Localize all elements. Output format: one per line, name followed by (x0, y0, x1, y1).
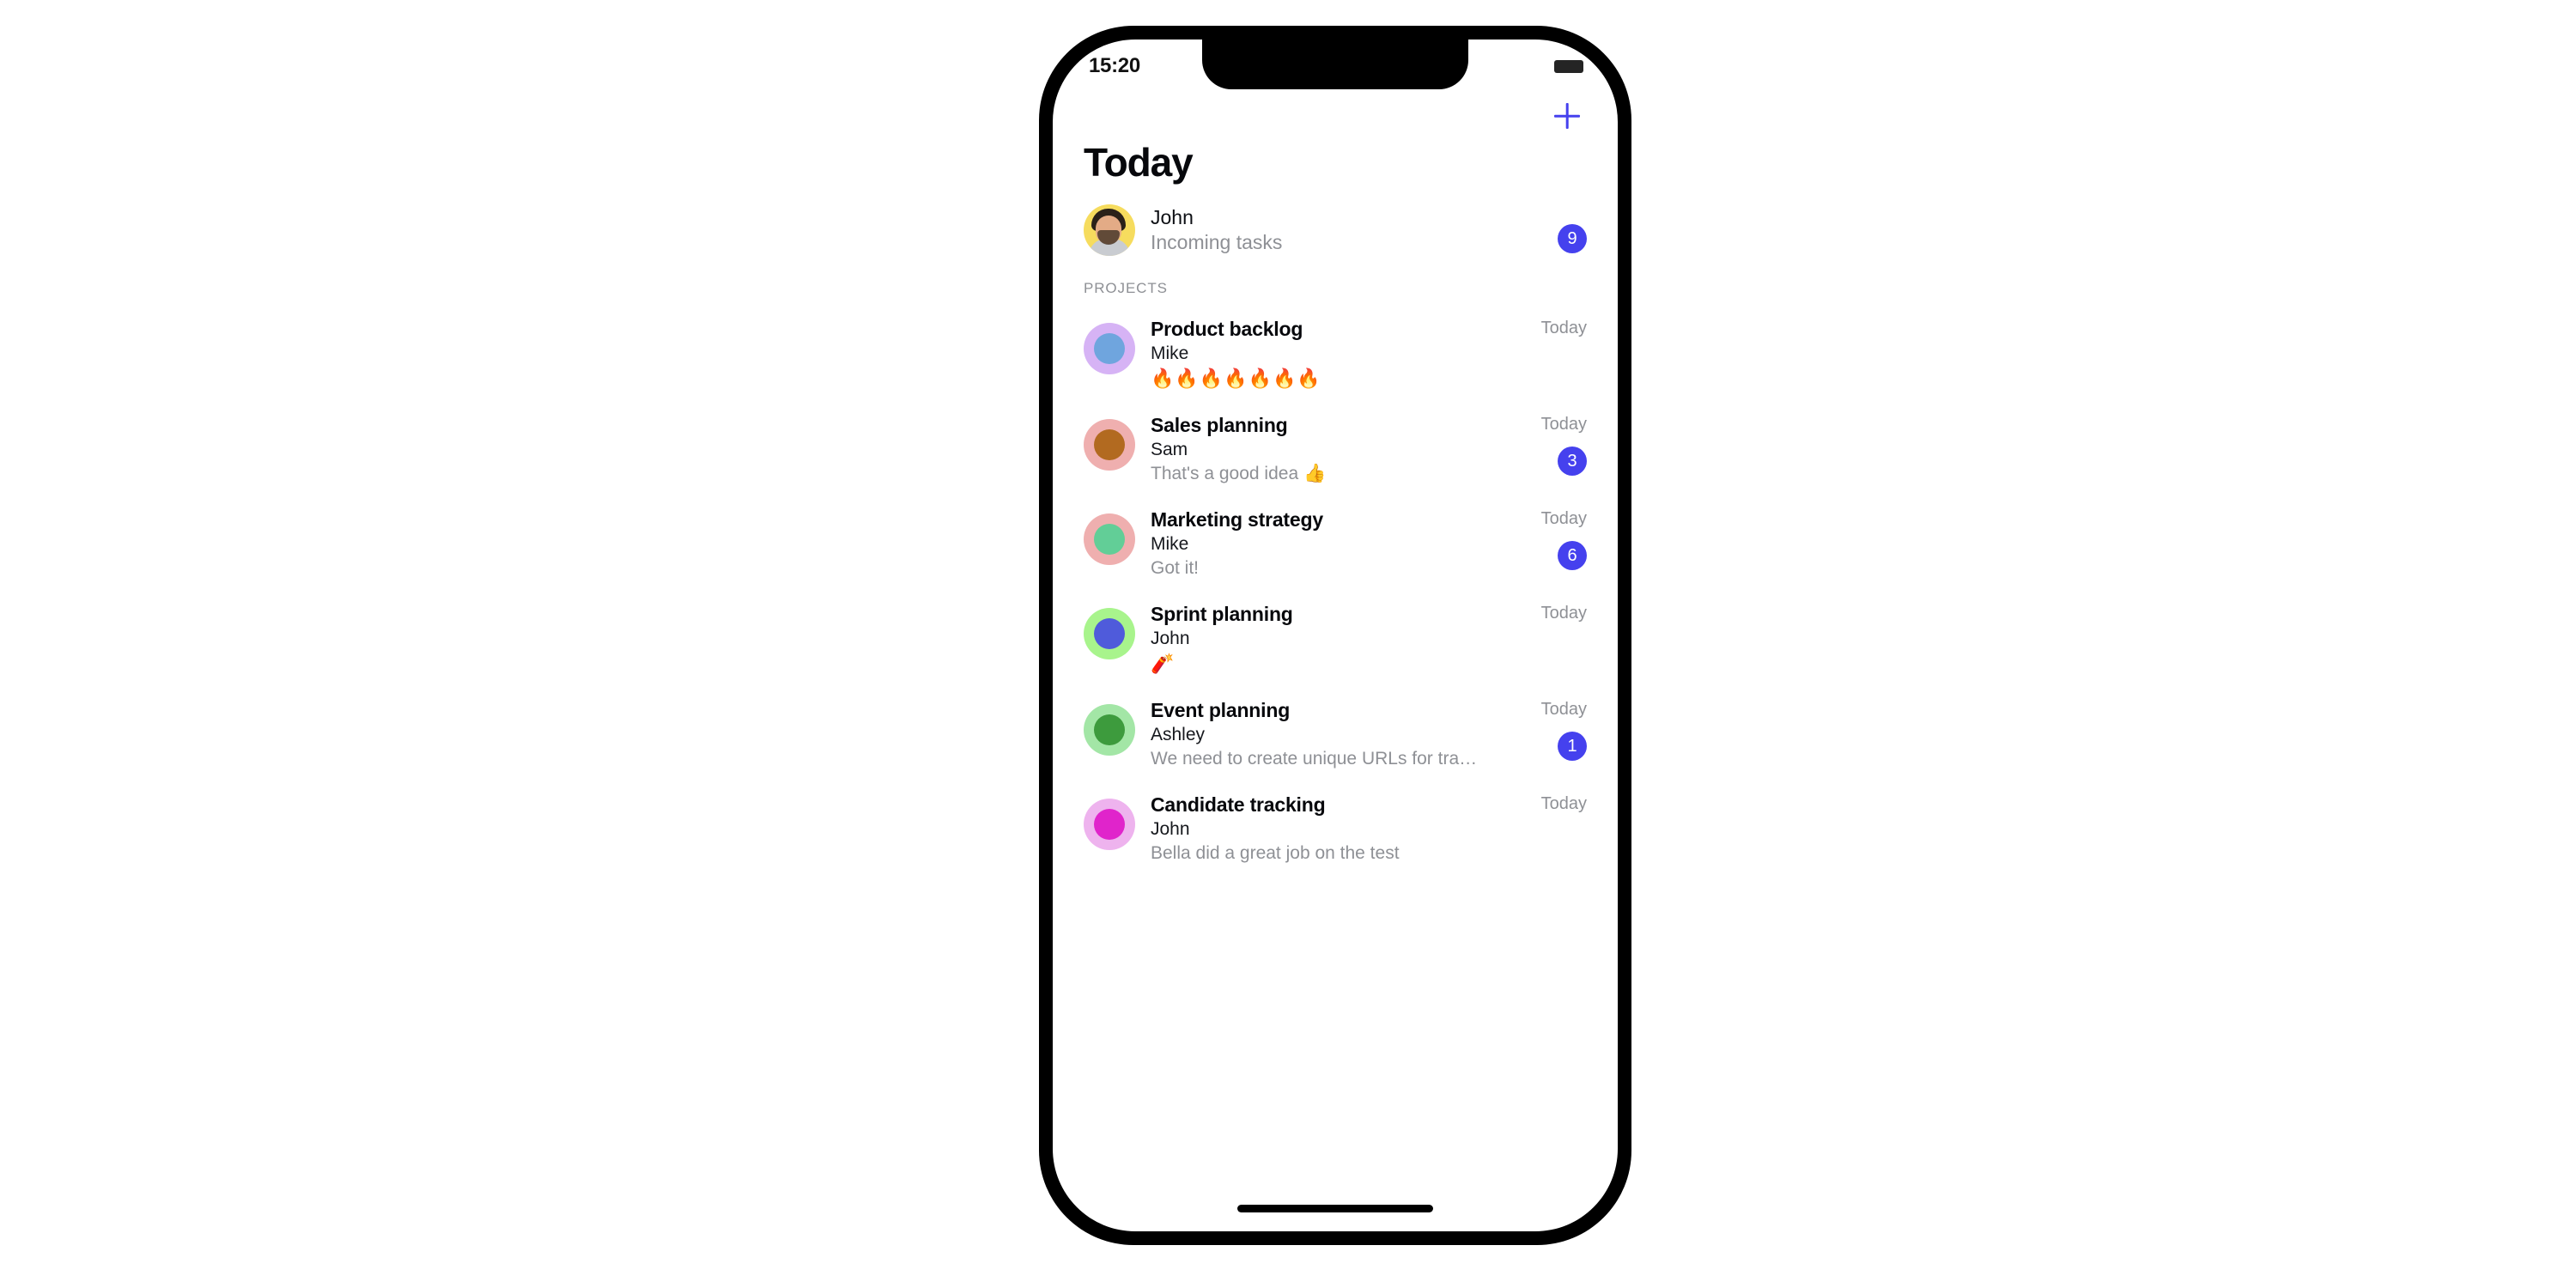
projects-list: Product backlog Mike 🔥🔥🔥🔥🔥🔥🔥 Today Sales pla… (1053, 304, 1618, 874)
project-date: Today (1540, 508, 1587, 528)
project-title: Product backlog (1151, 318, 1303, 340)
status-time: 15:20 (1089, 54, 1140, 77)
project-meta: Today 3 (1527, 409, 1587, 476)
project-avatar-inner (1094, 523, 1125, 555)
project-meta: Today (1527, 598, 1587, 665)
unread-badge: 6 (1558, 540, 1587, 570)
project-avatar (1084, 703, 1135, 756)
project-avatar (1084, 323, 1135, 374)
project-main: Product backlog Mike 🔥🔥🔥🔥🔥🔥🔥 (1151, 313, 1527, 392)
project-author: John (1151, 629, 1190, 649)
status-bar-right (1554, 59, 1583, 73)
project-preview: 🔥🔥🔥🔥🔥🔥🔥 (1151, 368, 1321, 390)
project-avatar (1084, 418, 1135, 471)
home-indicator[interactable] (1237, 1205, 1433, 1212)
project-date: Today (1540, 793, 1587, 813)
project-title: Marketing strategy (1151, 507, 1323, 531)
user-name: John (1151, 205, 1194, 228)
project-avatar (1084, 607, 1135, 659)
project-author: Ashley (1151, 724, 1206, 744)
project-avatar (1084, 513, 1135, 565)
project-main: Candidate tracking John Bella did a great … (1151, 788, 1527, 866)
page-title: Today (1084, 140, 1194, 185)
project-row[interactable]: Sprint planning John 🧨 Today (1053, 589, 1618, 685)
project-avatar-inner (1094, 808, 1125, 840)
project-date: Today (1540, 414, 1587, 434)
project-author: John (1151, 819, 1190, 840)
user-subtitle: Incoming tasks (1151, 231, 1283, 253)
project-avatar-inner (1094, 333, 1125, 364)
project-row[interactable]: Sales planning Sam That's a good idea 👍 Tod… (1053, 400, 1618, 495)
project-date: Today (1540, 699, 1587, 719)
project-row[interactable]: Marketing strategy Mike Got it! Today 6 (1053, 495, 1618, 589)
project-date: Today (1540, 603, 1587, 623)
device-notch (1202, 39, 1468, 89)
project-preview: That's a good idea 👍 (1151, 463, 1327, 483)
project-avatar-inner (1094, 428, 1125, 460)
project-title: Sales planning (1151, 413, 1288, 436)
screen-content: Today John Incoming tasks 9 PROJECTS Pro… (1053, 143, 1618, 1231)
project-avatar-inner (1094, 617, 1125, 649)
nav-bar (1053, 89, 1618, 143)
project-row[interactable]: Product backlog Mike 🔥🔥🔥🔥🔥🔥🔥 Today (1053, 304, 1618, 400)
project-main: Sales planning Sam That's a good idea 👍 (1151, 409, 1527, 486)
project-author: Mike (1151, 343, 1189, 364)
project-author: Sam (1151, 439, 1188, 459)
project-preview: 🧨 (1151, 653, 1176, 675)
project-main: Sprint planning John 🧨 (1151, 598, 1527, 677)
project-row[interactable]: Event planning Ashley We need to create un… (1053, 685, 1618, 780)
incoming-tasks-right: 9 (1527, 207, 1587, 253)
project-author: Mike (1151, 534, 1189, 555)
project-preview: We need to create unique URLs for tra… (1151, 748, 1478, 769)
project-title: Candidate tracking (1151, 793, 1326, 816)
project-meta: Today 1 (1527, 694, 1587, 761)
project-meta: Today (1527, 788, 1587, 855)
project-preview: Bella did a great job on the test (1151, 842, 1400, 863)
project-main: Event planning Ashley We need to create un… (1151, 694, 1527, 771)
battery-icon (1554, 59, 1583, 73)
project-avatar-inner (1094, 714, 1125, 745)
status-badge: 9 (1558, 224, 1587, 253)
unread-badge: 1 (1558, 731, 1587, 761)
project-meta: Today 6 (1527, 503, 1587, 570)
project-meta: Today (1527, 313, 1587, 380)
project-date: Today (1540, 319, 1587, 337)
project-title: Event planning (1151, 698, 1291, 721)
add-button[interactable] (1547, 96, 1587, 136)
project-title: Sprint planning (1151, 602, 1293, 625)
project-avatar (1084, 798, 1135, 850)
project-main: Marketing strategy Mike Got it! (1151, 503, 1527, 580)
incoming-tasks-text: John Incoming tasks (1151, 205, 1527, 256)
incoming-tasks-row[interactable]: John Incoming tasks 9 (1053, 182, 1618, 259)
project-row[interactable]: Candidate tracking John Bella did a great … (1053, 780, 1618, 874)
phone-screen: 15:20 Today John Incoming tasks 9 PROJEC… (1053, 39, 1618, 1231)
unread-badge: 3 (1558, 446, 1587, 476)
project-preview: Got it! (1151, 557, 1200, 578)
avatar (1084, 204, 1135, 256)
section-header-projects: PROJECTS (1084, 280, 1168, 296)
screenshot-canvas: 15:20 Today John Incoming tasks 9 PROJEC… (0, 0, 2576, 1288)
